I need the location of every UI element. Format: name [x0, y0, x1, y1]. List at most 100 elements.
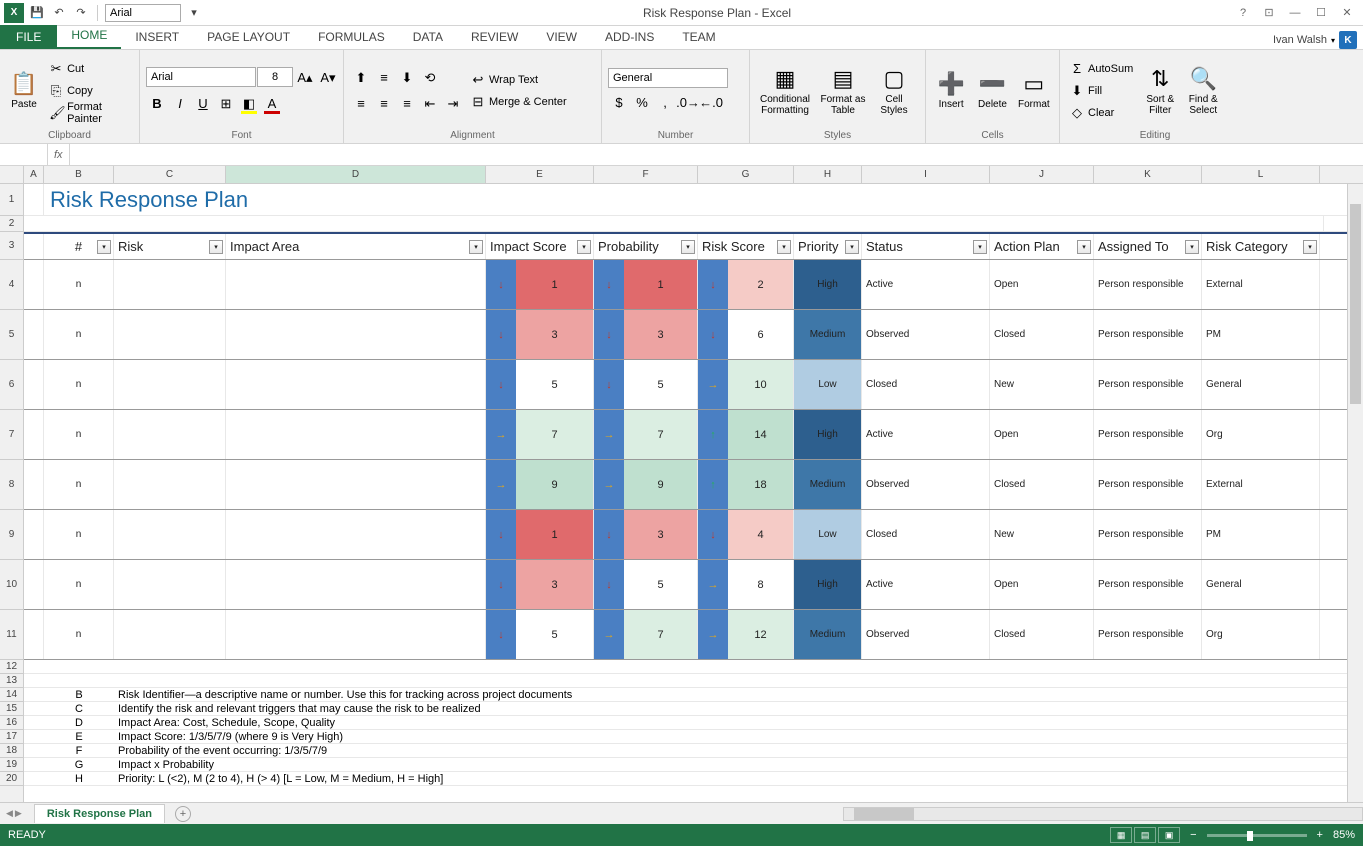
- cell-assigned[interactable]: Person responsible: [1094, 610, 1202, 659]
- cell-score[interactable]: ↑18: [698, 460, 794, 509]
- insert-cells-button[interactable]: ➕Insert: [932, 53, 970, 128]
- row-header[interactable]: 8: [0, 460, 23, 510]
- scrollbar-thumb[interactable]: [1350, 204, 1361, 404]
- cell-priority[interactable]: High: [794, 260, 862, 309]
- cell-impact[interactable]: [226, 460, 486, 509]
- note-text[interactable]: Impact Area: Cost, Schedule, Scope, Qual…: [114, 716, 1014, 729]
- cell-score[interactable]: ↓1: [486, 510, 594, 559]
- row-header[interactable]: 5: [0, 310, 23, 360]
- filter-button[interactable]: ▾: [1077, 240, 1091, 254]
- cell-plan[interactable]: New: [990, 510, 1094, 559]
- cell-plan[interactable]: Closed: [990, 610, 1094, 659]
- sheet-tab-active[interactable]: Risk Response Plan: [34, 804, 165, 823]
- cell-plan[interactable]: Open: [990, 410, 1094, 459]
- zoom-in-icon[interactable]: +: [1317, 829, 1323, 841]
- cell[interactable]: [24, 688, 44, 701]
- row-header[interactable]: 15: [0, 702, 23, 716]
- note-key[interactable]: E: [44, 730, 114, 743]
- cell[interactable]: [24, 772, 44, 785]
- tab-review[interactable]: REVIEW: [457, 25, 532, 49]
- fx-icon[interactable]: fx: [54, 149, 63, 161]
- help-icon[interactable]: ?: [1231, 3, 1255, 23]
- row-header[interactable]: 11: [0, 610, 23, 660]
- cell-plan[interactable]: New: [990, 360, 1094, 409]
- table-header-rscore[interactable]: Risk Score▾: [698, 234, 794, 259]
- bold-button[interactable]: B: [146, 93, 168, 115]
- cell-score[interactable]: ↓4: [698, 510, 794, 559]
- cell-impact[interactable]: [226, 510, 486, 559]
- zoom-thumb[interactable]: [1247, 831, 1253, 841]
- tab-view[interactable]: VIEW: [532, 25, 591, 49]
- cell-priority[interactable]: Medium: [794, 460, 862, 509]
- font-name-select[interactable]: [146, 67, 256, 87]
- column-header-G[interactable]: G: [698, 166, 794, 183]
- cell-score[interactable]: →12: [698, 610, 794, 659]
- note-text[interactable]: Impact x Probability: [114, 758, 1014, 771]
- cell-score[interactable]: →7: [594, 410, 698, 459]
- ribbon-collapse-icon[interactable]: ⊡: [1257, 3, 1281, 23]
- cell-num[interactable]: n: [44, 360, 114, 409]
- cell-category[interactable]: Org: [1202, 610, 1320, 659]
- cell-plan[interactable]: Open: [990, 260, 1094, 309]
- cell-score[interactable]: ↓3: [486, 310, 594, 359]
- cell[interactable]: [24, 730, 44, 743]
- cell-score[interactable]: ↑14: [698, 410, 794, 459]
- table-header-prio[interactable]: Priority▾: [794, 234, 862, 259]
- cell-category[interactable]: PM: [1202, 310, 1320, 359]
- sheet-next-icon[interactable]: ▶: [15, 808, 22, 819]
- cell-score[interactable]: →9: [486, 460, 594, 509]
- cell-score[interactable]: ↓5: [486, 610, 594, 659]
- column-header-A[interactable]: A: [24, 166, 44, 183]
- row-header[interactable]: 2: [0, 216, 23, 232]
- align-right-icon[interactable]: ≡: [396, 93, 418, 115]
- filter-button[interactable]: ▾: [777, 240, 791, 254]
- zoom-out-icon[interactable]: −: [1190, 829, 1196, 841]
- cell-priority[interactable]: Low: [794, 510, 862, 559]
- cell[interactable]: [24, 216, 1324, 231]
- row-header[interactable]: 4: [0, 260, 23, 310]
- cell-category[interactable]: External: [1202, 460, 1320, 509]
- maximize-icon[interactable]: ☐: [1309, 3, 1333, 23]
- decrease-indent-icon[interactable]: ⇤: [419, 93, 441, 115]
- font-size-select[interactable]: [257, 67, 293, 87]
- cell-assigned[interactable]: Person responsible: [1094, 460, 1202, 509]
- tab-data[interactable]: DATA: [399, 25, 457, 49]
- row-header[interactable]: 9: [0, 510, 23, 560]
- cell[interactable]: [24, 260, 44, 309]
- cell-assigned[interactable]: Person responsible: [1094, 510, 1202, 559]
- normal-view-icon[interactable]: ▦: [1110, 827, 1132, 843]
- orientation-icon[interactable]: ⟲: [419, 67, 441, 89]
- cut-button[interactable]: ✂Cut: [45, 59, 133, 79]
- filter-button[interactable]: ▾: [469, 240, 483, 254]
- table-header-impact[interactable]: Impact Area▾: [226, 234, 486, 259]
- cell-score[interactable]: →7: [486, 410, 594, 459]
- share-icon[interactable]: K: [1339, 31, 1357, 49]
- cell-score[interactable]: ↓5: [594, 360, 698, 409]
- row-header[interactable]: 7: [0, 410, 23, 460]
- filter-button[interactable]: ▾: [1185, 240, 1199, 254]
- cell-impact[interactable]: [226, 410, 486, 459]
- cell-plan[interactable]: Closed: [990, 460, 1094, 509]
- cell-category[interactable]: General: [1202, 560, 1320, 609]
- column-header-B[interactable]: B: [44, 166, 114, 183]
- tab-insert[interactable]: INSERT: [121, 25, 193, 49]
- save-icon[interactable]: 💾: [28, 4, 46, 22]
- cell-status[interactable]: Closed: [862, 510, 990, 559]
- tab-formulas[interactable]: FORMULAS: [304, 25, 399, 49]
- accounting-format-icon[interactable]: $: [608, 92, 630, 114]
- name-box[interactable]: [0, 144, 48, 165]
- fill-button[interactable]: ⬇Fill: [1066, 81, 1137, 101]
- column-header-D[interactable]: D: [226, 166, 486, 183]
- increase-decimal-icon[interactable]: .0→: [677, 92, 699, 114]
- cell-score[interactable]: ↓3: [486, 560, 594, 609]
- cell-num[interactable]: n: [44, 260, 114, 309]
- user-dropdown-icon[interactable]: ▾: [1331, 36, 1335, 45]
- column-header-J[interactable]: J: [990, 166, 1094, 183]
- cell-status[interactable]: Active: [862, 560, 990, 609]
- cell-assigned[interactable]: Person responsible: [1094, 260, 1202, 309]
- cell[interactable]: [24, 460, 44, 509]
- redo-icon[interactable]: ↷: [72, 4, 90, 22]
- note-key[interactable]: G: [44, 758, 114, 771]
- find-select-button[interactable]: 🔍Find & Select: [1183, 53, 1223, 128]
- cell-risk[interactable]: [114, 360, 226, 409]
